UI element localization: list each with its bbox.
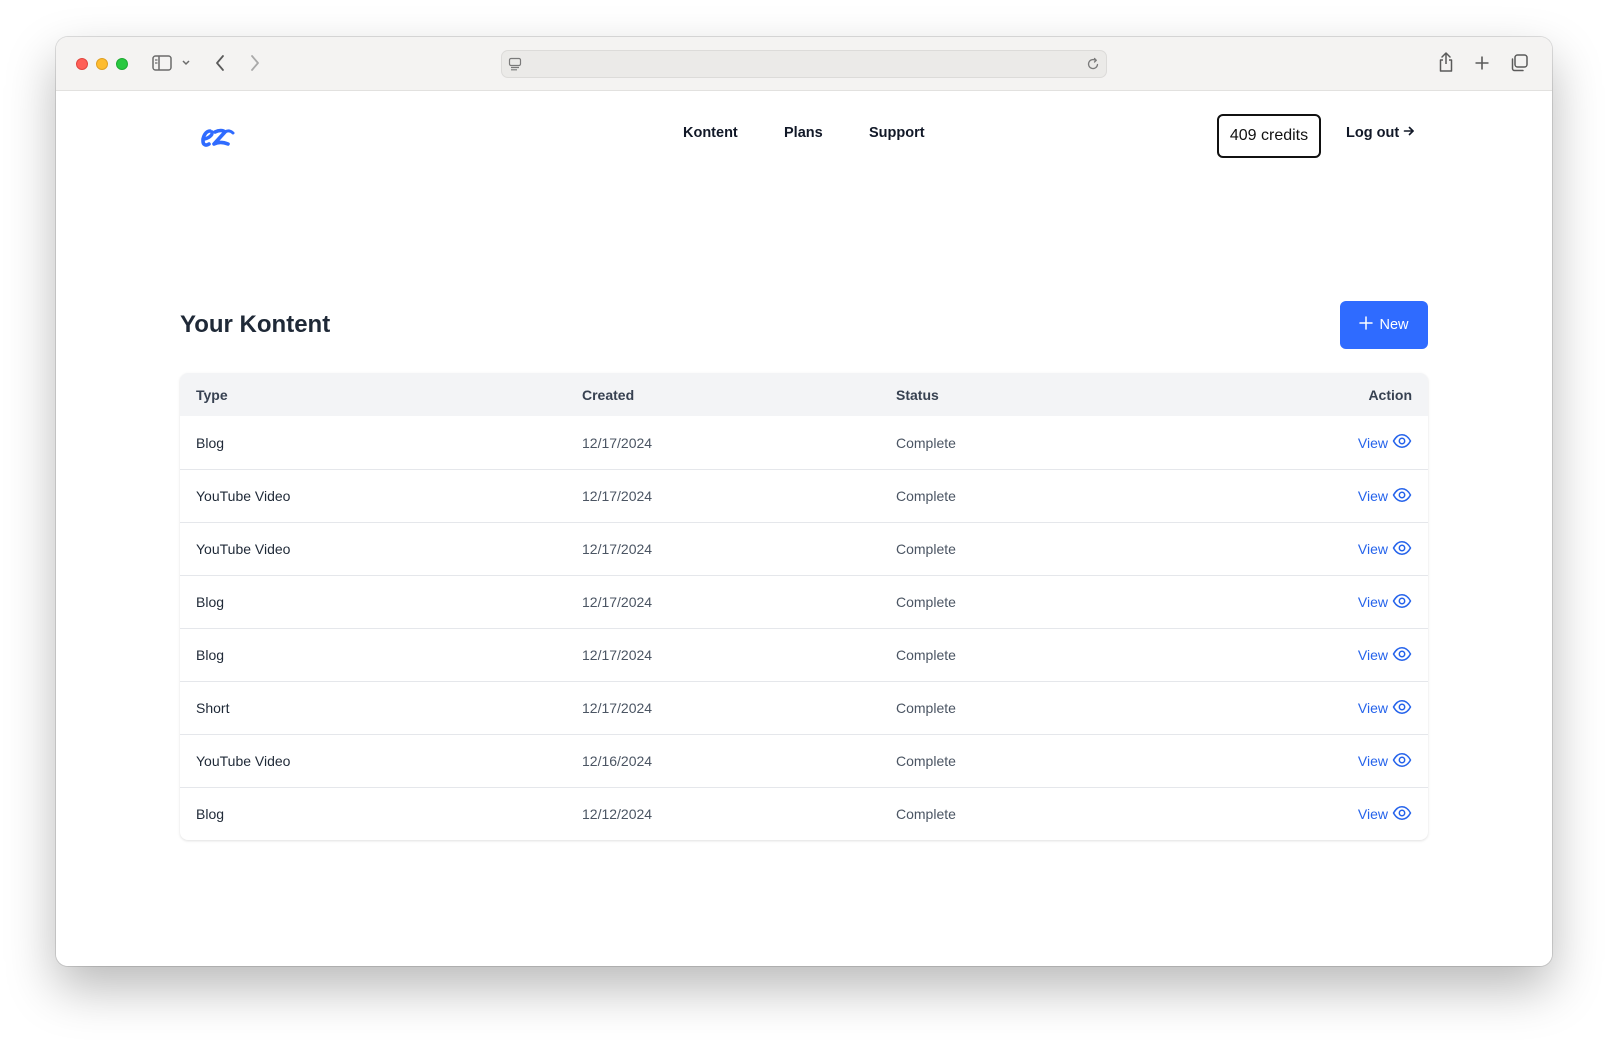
row-type: Short (196, 700, 230, 716)
row-created: 12/17/2024 (582, 488, 653, 504)
new-button[interactable]: New (1340, 301, 1428, 349)
nav-kontent[interactable]: Kontent (683, 125, 738, 141)
table-row: YouTube Video 12/17/2024 Complete View (180, 522, 1428, 575)
minimize-window-button[interactable] (96, 58, 108, 70)
eye-icon (1392, 752, 1412, 771)
row-type: YouTube Video (196, 753, 291, 769)
tab-overview-icon[interactable] (1509, 53, 1529, 73)
zoom-window-button[interactable] (116, 58, 128, 70)
row-type: Blog (196, 434, 225, 451)
row-status: Complete (896, 594, 956, 610)
view-link[interactable]: View (1358, 433, 1412, 452)
row-status: Complete (896, 434, 956, 451)
view-link[interactable]: View (1358, 646, 1412, 665)
credits-label: 409 credits (1229, 127, 1309, 144)
row-created: 12/17/2024 (582, 594, 653, 610)
table-row: Blog 12/17/2024 Complete View (180, 575, 1428, 628)
credits-badge[interactable]: 409 credits (1217, 114, 1321, 158)
table-row: Blog 12/17/2024 Complete View (180, 416, 1428, 469)
logout-link[interactable]: Log out (1346, 125, 1415, 141)
row-created: 12/12/2024 (582, 806, 653, 822)
table-row: Short 12/17/2024 Complete View (180, 681, 1428, 734)
close-window-button[interactable] (76, 58, 88, 70)
brand-logo-icon[interactable] (200, 123, 236, 156)
logout-label: Log out (1346, 125, 1400, 141)
view-label: View (1357, 541, 1388, 557)
table-row: YouTube Video 12/17/2024 Complete View (180, 469, 1428, 522)
share-icon[interactable] (1437, 51, 1455, 73)
header-created: Created (582, 386, 635, 403)
row-status: Complete (896, 806, 956, 822)
plus-icon (1359, 316, 1374, 334)
view-link[interactable]: View (1358, 699, 1412, 718)
row-status: Complete (896, 700, 956, 716)
web-page: Kontent Plans Support 409 credits Log ou… (56, 91, 1552, 966)
sidebar-toggle-icon[interactable] (152, 54, 172, 72)
new-button-label: New (1379, 317, 1409, 333)
view-link[interactable]: View (1358, 752, 1412, 771)
new-tab-icon[interactable] (1474, 55, 1490, 71)
row-status: Complete (896, 647, 956, 663)
view-label: View (1357, 753, 1388, 769)
nav-support[interactable]: Support (869, 125, 925, 141)
row-status: Complete (896, 541, 956, 557)
row-type: YouTube Video (196, 541, 291, 557)
eye-icon (1392, 699, 1412, 718)
row-created: 12/17/2024 (582, 434, 653, 451)
row-type: Blog (196, 647, 225, 663)
eye-icon (1392, 805, 1412, 824)
kontent-table: Type Created Status Action Blog 12/17/20… (180, 373, 1428, 840)
row-type: YouTube Video (196, 488, 291, 504)
header-type: Type (196, 386, 228, 403)
browser-window: Kontent Plans Support 409 credits Log ou… (56, 37, 1552, 966)
view-label: View (1357, 700, 1388, 716)
table-header: Type Created Status Action (180, 373, 1428, 416)
reload-icon[interactable] (1086, 57, 1100, 71)
back-arrow-icon[interactable] (214, 54, 226, 72)
view-link[interactable]: View (1358, 593, 1412, 612)
eye-icon (1392, 646, 1412, 665)
view-link[interactable]: View (1358, 487, 1412, 506)
browser-toolbar (56, 37, 1552, 91)
nav-plans[interactable]: Plans (784, 125, 823, 141)
row-type: Blog (196, 806, 225, 822)
view-link[interactable]: View (1358, 805, 1412, 824)
table-row: Blog 12/12/2024 Complete View (180, 787, 1428, 840)
page-menu-icon[interactable] (508, 57, 522, 71)
arrow-right-icon (1403, 125, 1415, 141)
desktop: Kontent Plans Support 409 credits Log ou… (0, 0, 1608, 1040)
row-created: 12/17/2024 (582, 647, 653, 663)
view-label: View (1357, 647, 1388, 663)
eye-icon (1392, 487, 1412, 506)
chevron-down-icon[interactable] (181, 59, 191, 67)
page-title: Your Kontent (180, 311, 331, 338)
address-bar[interactable] (501, 50, 1107, 78)
row-created: 12/17/2024 (582, 541, 653, 557)
forward-arrow-icon[interactable] (249, 54, 261, 72)
view-label: View (1357, 594, 1388, 610)
row-type: Blog (196, 594, 225, 610)
view-link[interactable]: View (1358, 540, 1412, 559)
row-status: Complete (896, 488, 956, 504)
table-body: Blog 12/17/2024 Complete View YouTube Vi… (180, 416, 1428, 840)
eye-icon (1392, 593, 1412, 612)
eye-icon (1392, 540, 1412, 559)
header-status: Status (896, 386, 939, 403)
eye-icon (1392, 433, 1412, 452)
header-action: Action (1368, 386, 1412, 403)
row-status: Complete (896, 753, 956, 769)
view-label: View (1357, 488, 1388, 504)
row-created: 12/16/2024 (582, 753, 653, 769)
table-row: YouTube Video 12/16/2024 Complete View (180, 734, 1428, 787)
row-created: 12/17/2024 (582, 700, 653, 716)
table-row: Blog 12/17/2024 Complete View (180, 628, 1428, 681)
view-label: View (1357, 806, 1388, 822)
view-label: View (1357, 434, 1388, 451)
